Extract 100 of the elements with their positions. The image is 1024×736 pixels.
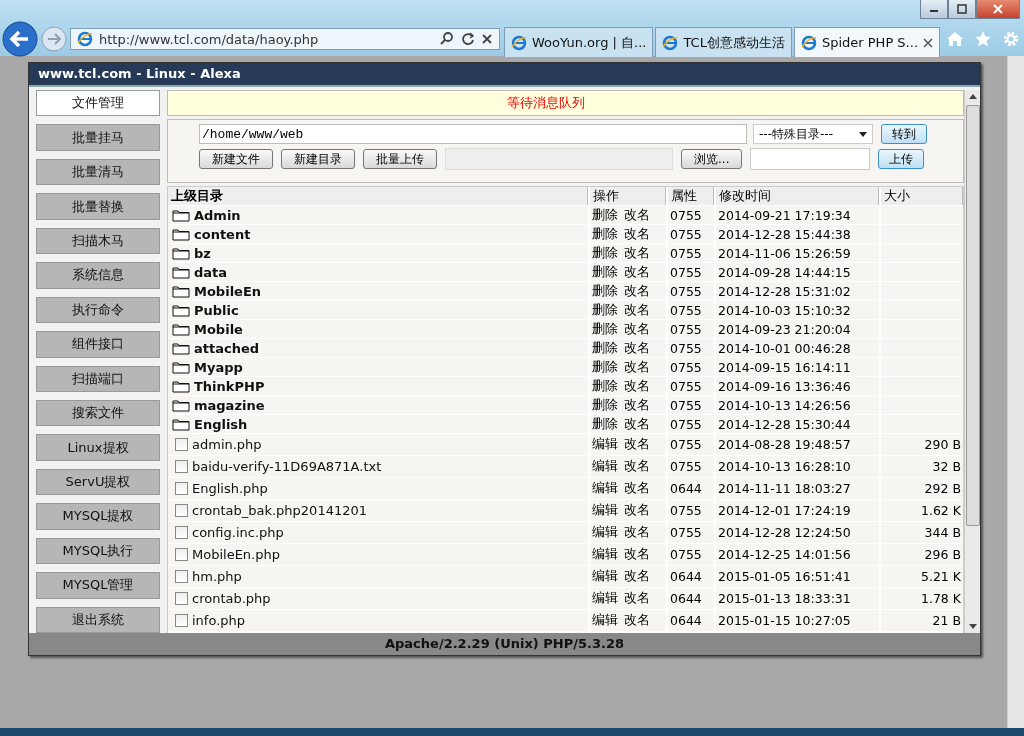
file-checkbox[interactable]: [175, 570, 188, 583]
action-link[interactable]: 改名: [624, 546, 650, 563]
action-link[interactable]: 编辑: [592, 436, 618, 453]
sidebar-button[interactable]: 扫描木马: [36, 227, 160, 255]
file-name[interactable]: MobileEn.php: [192, 547, 280, 562]
file-name[interactable]: crontab_bak.php20141201: [192, 503, 367, 518]
action-link[interactable]: 改名: [624, 339, 650, 357]
action-link[interactable]: 编辑: [592, 480, 618, 497]
action-link[interactable]: 改名: [624, 263, 650, 281]
scroll-up-icon[interactable]: [968, 94, 977, 99]
action-link[interactable]: 改名: [624, 524, 650, 541]
file-checkbox[interactable]: [175, 504, 188, 517]
upload-name-field[interactable]: [750, 148, 871, 170]
action-link[interactable]: 删除: [592, 320, 618, 338]
toolbar-button[interactable]: 新建目录: [281, 149, 355, 169]
file-checkbox[interactable]: [175, 460, 188, 473]
scroll-down-icon[interactable]: [968, 624, 977, 629]
sidebar-button[interactable]: MYSQL提权: [36, 503, 160, 530]
action-link[interactable]: 删除: [592, 339, 618, 357]
file-path-field[interactable]: [445, 148, 673, 170]
file-checkbox[interactable]: [175, 438, 188, 451]
action-link[interactable]: 编辑: [592, 612, 618, 629]
action-link[interactable]: 编辑: [592, 502, 618, 519]
close-button[interactable]: [976, 0, 1020, 19]
address-bar[interactable]: http://www.tcl.com/data/haoy.php: [70, 28, 500, 50]
file-name[interactable]: baidu-verify-11D69A871A.txt: [192, 459, 382, 474]
action-link[interactable]: 删除: [592, 225, 618, 243]
action-link[interactable]: 改名: [624, 320, 650, 338]
sidebar-button[interactable]: ServU提权: [36, 468, 160, 496]
action-link[interactable]: 删除: [592, 358, 618, 376]
action-link[interactable]: 改名: [624, 502, 650, 519]
action-link[interactable]: 删除: [592, 244, 618, 262]
action-link[interactable]: 删除: [592, 377, 618, 395]
sidebar-button[interactable]: 批量挂马: [36, 124, 160, 151]
refresh-icon[interactable]: [461, 32, 475, 46]
sidebar-button[interactable]: 批量替换: [36, 193, 160, 220]
action-link[interactable]: 改名: [624, 282, 650, 300]
sidebar-button[interactable]: 系统信息: [36, 262, 160, 289]
sidebar-button[interactable]: 退出系统: [36, 606, 160, 633]
file-name[interactable]: admin.php: [192, 437, 262, 452]
action-link[interactable]: 改名: [624, 377, 650, 395]
search-icon[interactable]: [439, 31, 455, 47]
forward-icon[interactable]: [41, 26, 67, 52]
toolbar-button[interactable]: 新建文件: [199, 149, 273, 169]
browser-tab[interactable]: TCL创意感动生活: [655, 27, 792, 57]
file-name[interactable]: content: [194, 226, 251, 242]
browse-button[interactable]: 浏览...: [681, 149, 743, 169]
file-name[interactable]: Mobile: [194, 321, 243, 337]
scrollbar[interactable]: [964, 90, 980, 633]
action-link[interactable]: 改名: [624, 436, 650, 453]
file-checkbox[interactable]: [175, 548, 188, 561]
file-name[interactable]: Admin: [194, 207, 241, 223]
action-link[interactable]: 编辑: [592, 590, 618, 607]
action-link[interactable]: 编辑: [592, 568, 618, 585]
file-name[interactable]: crontab.php: [192, 591, 271, 606]
sidebar-button[interactable]: 搜索文件: [36, 399, 160, 427]
file-name[interactable]: hm.php: [192, 569, 242, 584]
file-name[interactable]: Myapp: [194, 359, 243, 375]
file-name[interactable]: MobileEn: [194, 283, 262, 299]
action-link[interactable]: 改名: [624, 480, 650, 497]
action-link[interactable]: 改名: [624, 225, 650, 243]
goto-button[interactable]: 转到: [881, 124, 927, 144]
action-link[interactable]: 编辑: [592, 546, 618, 563]
toolbar-button[interactable]: 批量上传: [363, 149, 437, 169]
sidebar-button[interactable]: 组件接口: [36, 331, 160, 358]
action-link[interactable]: 删除: [592, 301, 618, 319]
file-name[interactable]: info.php: [192, 613, 246, 628]
file-name[interactable]: Public: [194, 302, 239, 318]
sidebar-button[interactable]: Linux提权: [36, 434, 160, 461]
special-dir-dropdown[interactable]: ---特殊目录---: [753, 124, 873, 144]
scrollbar-thumb[interactable]: [965, 105, 980, 526]
file-checkbox[interactable]: [175, 482, 188, 495]
file-checkbox[interactable]: [175, 526, 188, 539]
action-link[interactable]: 改名: [624, 415, 650, 433]
file-name[interactable]: bz: [194, 245, 211, 261]
file-name[interactable]: attached: [194, 340, 260, 356]
upload-button[interactable]: 上传: [878, 149, 925, 169]
file-name[interactable]: magazine: [194, 397, 265, 413]
action-link[interactable]: 改名: [624, 244, 650, 262]
action-link[interactable]: 改名: [624, 568, 650, 585]
action-link[interactable]: 编辑: [592, 458, 618, 475]
browser-tab[interactable]: WooYun.org | 自...: [504, 27, 654, 57]
file-name[interactable]: English: [194, 416, 248, 432]
sidebar-button[interactable]: MYSQL管理: [36, 572, 160, 599]
close-icon[interactable]: [481, 33, 493, 45]
action-link[interactable]: 改名: [624, 612, 650, 629]
page-scrollbar[interactable]: [1007, 56, 1024, 728]
file-name[interactable]: data: [194, 264, 228, 280]
path-field[interactable]: /home/www/web: [199, 124, 747, 144]
close-icon[interactable]: [923, 37, 933, 48]
back-icon[interactable]: [2, 21, 38, 57]
maximize-button[interactable]: [948, 0, 976, 19]
action-link[interactable]: 改名: [624, 206, 650, 224]
action-link[interactable]: 删除: [592, 206, 618, 224]
action-link[interactable]: 删除: [592, 282, 618, 300]
action-link[interactable]: 改名: [624, 458, 650, 475]
action-link[interactable]: 删除: [592, 263, 618, 281]
sidebar-button[interactable]: MYSQL执行: [36, 537, 160, 565]
file-checkbox[interactable]: [175, 592, 188, 605]
file-checkbox[interactable]: [175, 614, 188, 627]
